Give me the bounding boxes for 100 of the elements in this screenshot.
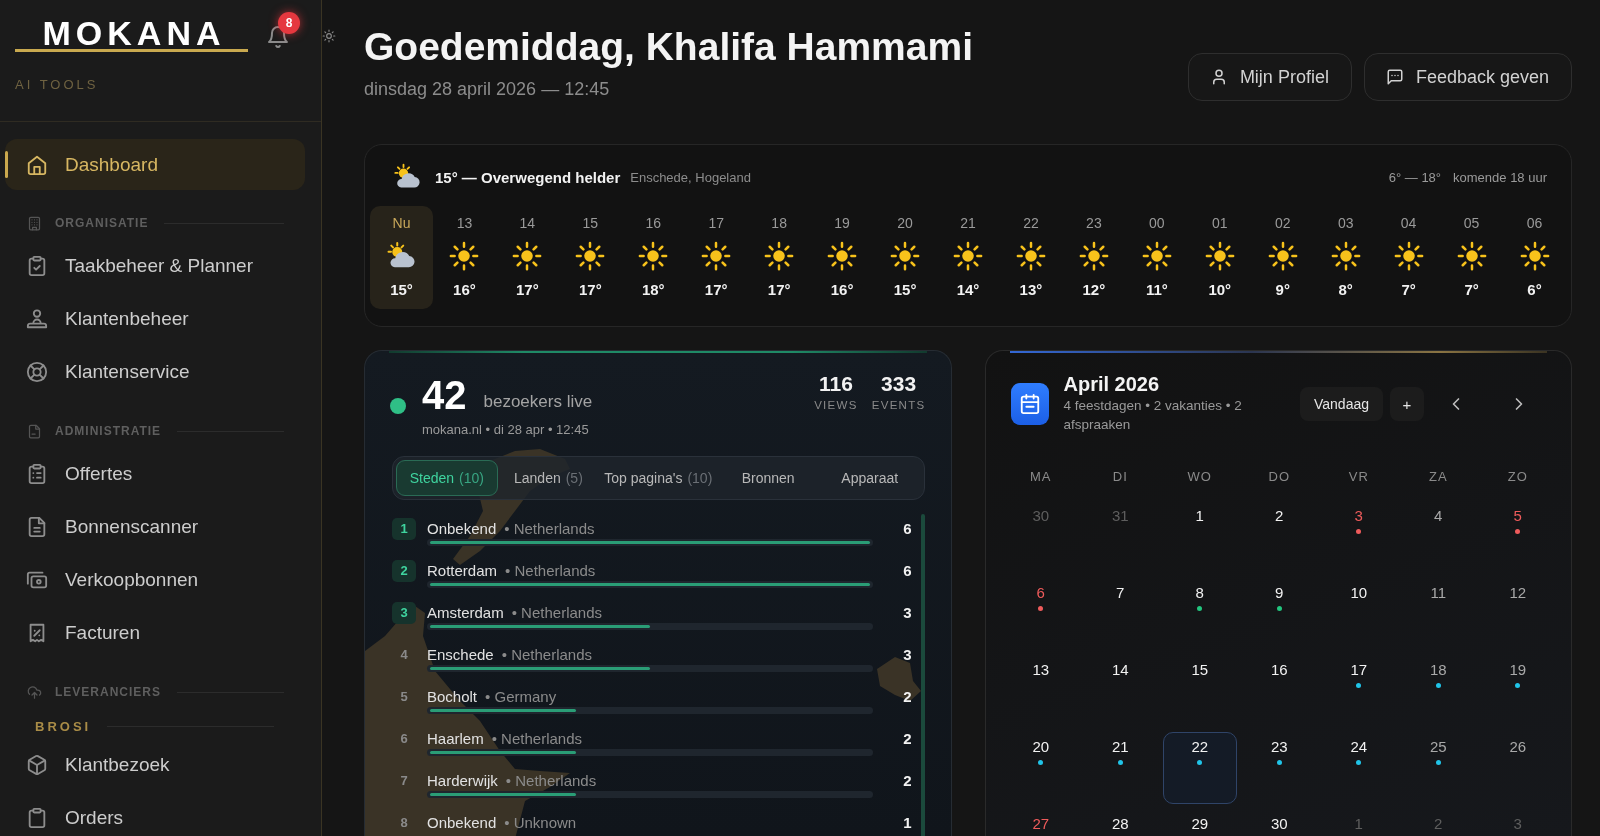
calendar-day[interactable]: 3 xyxy=(1321,501,1396,573)
forecast-time: 02 xyxy=(1274,214,1291,232)
sun-icon xyxy=(701,241,732,271)
calendar-day[interactable]: 23 xyxy=(1242,732,1317,804)
city-name: Rotterdam xyxy=(427,562,498,579)
visit-count: 2 xyxy=(902,771,912,791)
nav-item[interactable]: Offertes xyxy=(5,458,305,490)
notification-badge: 8 xyxy=(278,12,300,34)
tab[interactable]: Landen (5) xyxy=(497,460,600,496)
forecast-time: 17 xyxy=(708,214,724,232)
forecast-time: 18 xyxy=(771,214,787,232)
calendar-day[interactable]: 18 xyxy=(1401,655,1476,727)
forecast-temperature: 7° xyxy=(1464,281,1479,299)
forecast-time: 14 xyxy=(519,214,536,232)
sun-icon xyxy=(322,29,336,43)
calendar-day[interactable]: 13 xyxy=(1003,655,1078,727)
weekday-label: MA xyxy=(1029,469,1053,485)
visitor-label: bezoekers live xyxy=(483,392,593,412)
calendar-day[interactable]: 29 xyxy=(1162,809,1237,836)
calendar-day[interactable]: 6 xyxy=(1003,578,1078,650)
calendar-day[interactable]: 30 xyxy=(1242,809,1317,836)
tab[interactable]: Top pagina's (10) xyxy=(599,460,718,496)
rank-badge: 3 xyxy=(392,602,416,624)
sun-icon xyxy=(953,241,983,271)
calendar-day[interactable]: 16 xyxy=(1242,655,1317,727)
visitor-count: 42 xyxy=(422,373,467,417)
calendar-day[interactable]: 15 xyxy=(1162,655,1237,727)
tab[interactable]: Bronnen xyxy=(717,460,819,496)
calendar-day[interactable]: 2 xyxy=(1242,501,1317,573)
calendar-day[interactable]: 8 xyxy=(1162,578,1237,650)
nav-item[interactable]: Klantenbeheer xyxy=(5,303,305,335)
calendar-day[interactable]: 10 xyxy=(1321,578,1396,650)
calendar-day[interactable]: 19 xyxy=(1480,655,1555,727)
weekday-label: VR xyxy=(1347,469,1370,485)
country-name: • Netherlands xyxy=(501,646,593,663)
nav-item[interactable]: Bonnenscanner xyxy=(5,511,305,543)
document-icon xyxy=(27,423,42,439)
clipboard-check-icon xyxy=(26,255,48,277)
cloud-upload-icon xyxy=(27,684,42,700)
city-name: Bocholt xyxy=(427,688,478,705)
weekday-label: DI xyxy=(1111,469,1129,485)
calendar-day[interactable]: 25 xyxy=(1401,732,1476,804)
calendar-day[interactable]: 20 xyxy=(1003,732,1078,804)
calendar-day[interactable]: 4 xyxy=(1401,501,1476,573)
nav-item[interactable]: Klantenservice xyxy=(5,356,305,388)
site-meta: mokana.nl • di 28 apr • 12:45 xyxy=(422,421,590,439)
forecast-temperature: 15° xyxy=(390,281,413,299)
nav-item[interactable]: Verkoopbonnen xyxy=(5,564,305,596)
chat-icon xyxy=(1385,68,1404,86)
today-button[interactable]: Vandaag xyxy=(1300,387,1383,421)
month-title: April 2026 xyxy=(1063,372,1161,396)
users-icon xyxy=(26,308,48,330)
calendar-day[interactable]: 21 xyxy=(1083,732,1158,804)
add-button[interactable]: + xyxy=(1390,387,1424,421)
calendar-day[interactable]: 22 xyxy=(1162,732,1237,804)
country-name: • Netherlands xyxy=(505,772,597,789)
calendar-day[interactable]: 12 xyxy=(1480,578,1555,650)
stat-value: 333 xyxy=(881,372,917,396)
feedback-button[interactable]: Feedback geven xyxy=(1363,53,1572,101)
calendar-day[interactable]: 11 xyxy=(1401,578,1476,650)
nav-item[interactable]: Facturen xyxy=(5,617,305,649)
forecast-temperature: 7° xyxy=(1401,281,1416,299)
calendar-day[interactable]: 14 xyxy=(1083,655,1158,727)
forecast-time: 06 xyxy=(1526,214,1543,232)
tab[interactable]: Steden (10) xyxy=(396,460,498,496)
forecast-temperature: 17° xyxy=(516,281,539,299)
greeting-heading: Goedemiddag, Khalifa Hammami xyxy=(364,24,973,69)
sun-icon xyxy=(1330,241,1361,271)
theme-toggle-button[interactable] xyxy=(322,29,336,43)
forecast-time: 22 xyxy=(1023,214,1039,232)
calendar-day[interactable]: 26 xyxy=(1480,732,1555,804)
lifebuoy-icon xyxy=(26,361,48,383)
calendar-day[interactable]: 5 xyxy=(1480,501,1555,573)
tab[interactable]: Apparaat xyxy=(818,460,921,496)
weather-summary: 15° — Overwegend helder xyxy=(435,168,621,186)
sun-icon xyxy=(1141,241,1172,271)
calendar-day[interactable]: 17 xyxy=(1321,655,1396,727)
scrollbar[interactable] xyxy=(920,514,925,836)
city-name: Harderwijk xyxy=(427,772,498,789)
calendar-day[interactable]: 27 xyxy=(1003,809,1078,836)
country-name: • Netherlands xyxy=(511,604,602,621)
calendar-day[interactable]: 28 xyxy=(1083,809,1158,836)
nav-item[interactable]: Taakbeheer & Planner xyxy=(5,250,305,282)
nav-item[interactable]: Dashboard xyxy=(5,139,305,190)
calendar-day[interactable]: 24 xyxy=(1321,732,1396,804)
section-heading: LEVERANCIERS xyxy=(55,685,161,699)
nav-item[interactable]: Orders xyxy=(5,802,305,834)
forecast-time: 19 xyxy=(834,214,850,232)
city-name: Haarlem xyxy=(427,730,484,747)
temperature-range: 6° — 18° xyxy=(1388,169,1442,185)
forecast-time: 23 xyxy=(1086,214,1102,232)
date-text: dinsdag 28 april 2026 — 12:45 xyxy=(364,78,611,101)
profile-button[interactable]: Mijn Profiel xyxy=(1187,53,1352,101)
nav-item[interactable]: Klantbezoek xyxy=(5,749,305,781)
sun-icon xyxy=(1078,241,1109,271)
calendar-day[interactable]: 9 xyxy=(1242,578,1317,650)
sun-icon xyxy=(512,241,543,271)
calendar-day[interactable]: 1 xyxy=(1162,501,1237,573)
sun-icon xyxy=(1393,241,1424,271)
calendar-day[interactable]: 7 xyxy=(1083,578,1158,650)
